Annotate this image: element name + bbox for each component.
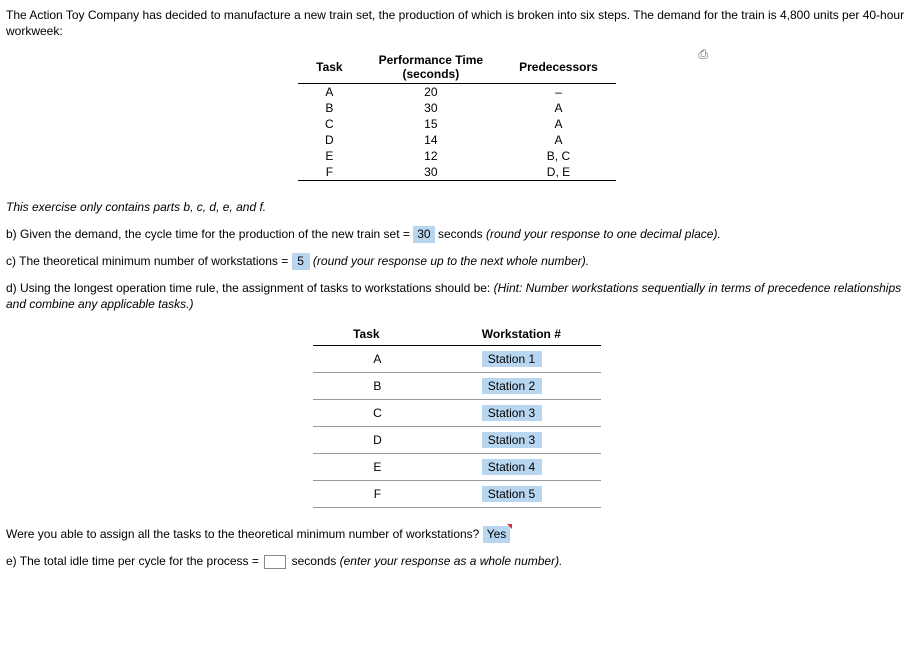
assigned-answer-select[interactable]: Yes: [483, 526, 511, 543]
th-ws: Workstation #: [442, 323, 601, 346]
station-select-a[interactable]: Station 1: [482, 351, 542, 367]
idle-time-input[interactable]: [264, 555, 286, 569]
th-task: Task: [298, 51, 360, 84]
station-select-d[interactable]: Station 3: [482, 432, 542, 448]
table-row: C15A: [298, 116, 616, 132]
table-row: AStation 1: [313, 346, 601, 373]
th-pred: Predecessors: [501, 51, 616, 84]
station-select-e[interactable]: Station 4: [482, 459, 542, 475]
table-row: EStation 4: [313, 454, 601, 481]
station-select-b[interactable]: Station 2: [482, 378, 542, 394]
table-row: D14A: [298, 132, 616, 148]
table-row: BStation 2: [313, 373, 601, 400]
print-icon[interactable]: ⎙: [698, 47, 708, 62]
question-b: b) Given the demand, the cycle time for …: [6, 226, 908, 243]
table-row: CStation 3: [313, 400, 601, 427]
table-row: F30D, E: [298, 164, 616, 181]
th-task2: Task: [313, 323, 442, 346]
parts-note: This exercise only contains parts b, c, …: [6, 199, 908, 216]
workstation-table: Task Workstation # AStation 1 BStation 2…: [313, 323, 601, 508]
question-d: d) Using the longest operation time rule…: [6, 280, 908, 314]
question-e: e) The total idle time per cycle for the…: [6, 553, 908, 570]
table-row: FStation 5: [313, 481, 601, 508]
task-table: Task Performance Time(seconds) Predecess…: [298, 51, 616, 181]
station-select-c[interactable]: Station 3: [482, 405, 542, 421]
question-c: c) The theoretical minimum number of wor…: [6, 253, 908, 270]
table-row: A20–: [298, 84, 616, 101]
table-row: E12B, C: [298, 148, 616, 164]
intro-text: The Action Toy Company has decided to ma…: [6, 8, 908, 39]
assigned-question: Were you able to assign all the tasks to…: [6, 526, 908, 543]
table-row: DStation 3: [313, 427, 601, 454]
min-workstations-input[interactable]: 5: [292, 253, 310, 270]
station-select-f[interactable]: Station 5: [482, 486, 542, 502]
cycle-time-input[interactable]: 30: [413, 226, 434, 243]
th-perf: Performance Time(seconds): [361, 51, 502, 84]
table-row: B30A: [298, 100, 616, 116]
